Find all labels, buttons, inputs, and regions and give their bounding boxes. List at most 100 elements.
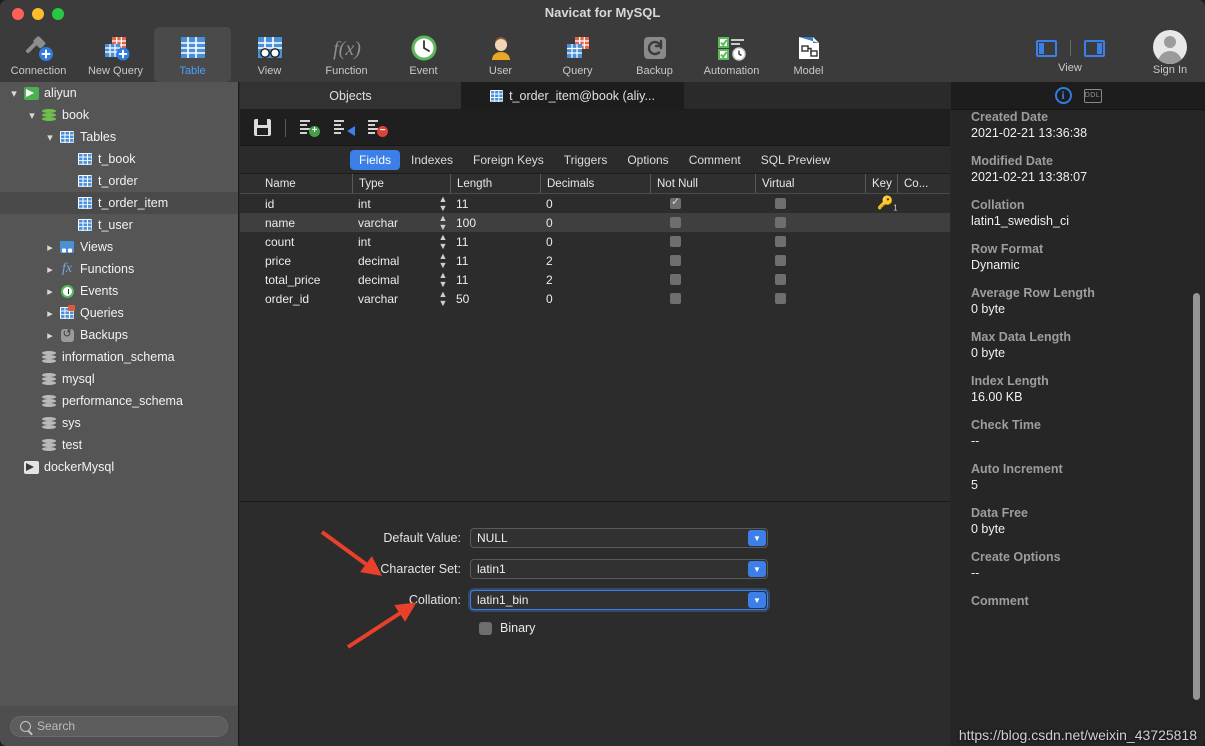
cell-length[interactable]: 50 <box>450 292 540 306</box>
checkbox[interactable] <box>670 293 681 304</box>
cell-name[interactable]: name <box>240 216 352 230</box>
tree-item-t-book[interactable]: t_book <box>0 148 238 170</box>
cell-name[interactable]: price <box>240 254 352 268</box>
tree-item-functions[interactable]: fx Functions <box>0 258 238 280</box>
tree-item-t-user[interactable]: t_user <box>0 214 238 236</box>
tree-item-queries[interactable]: Queries <box>0 302 238 324</box>
toolbar-button-model[interactable]: Model <box>770 27 847 82</box>
cell-length[interactable]: 11 <box>450 273 540 287</box>
type-stepper[interactable]: ▲ ▼ <box>430 233 450 251</box>
cell-not-null[interactable] <box>650 274 755 285</box>
tree-item-tables[interactable]: Tables <box>0 126 238 148</box>
grid-header-not-null[interactable]: Not Null <box>650 174 755 193</box>
cell-not-null[interactable] <box>650 217 755 228</box>
designer-subtabs[interactable]: Fields Indexes Foreign Keys Triggers Options… <box>240 146 950 174</box>
grid-row[interactable]: total_price decimal ▲ ▼ 11 2 <box>240 270 950 289</box>
subtab-options[interactable]: Options <box>618 150 677 170</box>
chevron-right-icon[interactable] <box>42 241 58 254</box>
cell-name[interactable]: total_price <box>240 273 352 287</box>
cell-virtual[interactable] <box>755 274 865 285</box>
tree-item-sys[interactable]: sys <box>0 412 238 434</box>
cell-decimals[interactable]: 0 <box>540 235 650 249</box>
chevron-down-icon[interactable] <box>6 87 22 100</box>
left-panel-toggle-icon[interactable] <box>1035 39 1057 57</box>
toolbar-button-automation[interactable]: Automation <box>693 27 770 82</box>
cell-virtual[interactable] <box>755 217 865 228</box>
type-stepper[interactable]: ▲ ▼ <box>430 252 450 270</box>
search-input[interactable]: Search <box>10 715 228 737</box>
info-panel-scrollbar[interactable] <box>1193 293 1200 700</box>
cell-virtual[interactable] <box>755 255 865 266</box>
subtab-foreign-keys[interactable]: Foreign Keys <box>464 150 553 170</box>
grid-row[interactable]: idint▲▼110 🔑1 <box>240 194 950 213</box>
cell-not-null[interactable] <box>650 198 755 209</box>
checkbox[interactable] <box>670 236 681 247</box>
grid-header-decimals[interactable]: Decimals <box>540 174 650 193</box>
checkbox[interactable] <box>775 293 786 304</box>
chevron-down-icon[interactable] <box>42 131 58 144</box>
grid-header-key[interactable]: Key <box>865 174 897 193</box>
delete-field-icon[interactable]: − <box>368 119 388 137</box>
checkbox[interactable] <box>670 217 681 228</box>
chevron-right-icon[interactable] <box>42 307 58 320</box>
chevron-down-icon[interactable]: ▼ <box>748 592 766 608</box>
cell-key[interactable]: 🔑1 <box>865 195 897 213</box>
chevron-right-icon[interactable] <box>42 329 58 342</box>
tree-item-aliyun[interactable]: aliyun <box>0 82 238 104</box>
chevron-right-icon[interactable] <box>42 263 58 276</box>
subtab-indexes[interactable]: Indexes <box>402 150 462 170</box>
tab-table-designer[interactable]: t_order_item@book (aliy... <box>462 82 684 109</box>
tree-item-performance-schema[interactable]: performance_schema <box>0 390 238 412</box>
type-stepper[interactable]: ▲ ▼ <box>430 290 450 308</box>
checkbox[interactable] <box>670 274 681 285</box>
tree-item-test[interactable]: test <box>0 434 238 456</box>
grid-body[interactable]: idint▲▼110🔑1namevarchar▲▼1000countint▲▼1… <box>240 194 950 308</box>
cell-not-null[interactable] <box>650 293 755 304</box>
chevron-down-icon[interactable] <box>24 109 40 122</box>
grid-row[interactable]: order_id varchar ▲ ▼ 50 0 <box>240 289 950 308</box>
subtab-fields[interactable]: Fields <box>350 149 401 170</box>
grid-header-name[interactable]: Name <box>240 174 352 193</box>
cell-type[interactable]: varchar <box>352 292 430 306</box>
toolbar-button-backup[interactable]: Backup <box>616 27 693 82</box>
cell-decimals[interactable]: 0 <box>540 216 650 230</box>
toolbar-button-user[interactable]: User <box>462 27 539 82</box>
grid-header-virtual[interactable]: Virtual <box>755 174 865 193</box>
cell-length[interactable]: 100 <box>450 216 540 230</box>
chevron-down-icon[interactable]: ▼ <box>748 530 766 546</box>
checkbox[interactable] <box>775 198 786 209</box>
grid-header-type[interactable]: Type <box>352 174 450 193</box>
grid-row[interactable]: name varchar ▲ ▼ 100 0 <box>240 213 950 232</box>
object-tree[interactable]: aliyun book Tables t_book t_order t_order_ite… <box>0 82 238 706</box>
toolbar-button-event[interactable]: Event <box>385 27 462 82</box>
tree-item-views[interactable]: Views <box>0 236 238 258</box>
checkbox[interactable] <box>775 236 786 247</box>
cell-type[interactable]: int <box>352 235 430 249</box>
type-stepper[interactable]: ▲ ▼ <box>430 195 450 213</box>
cell-type[interactable]: decimal <box>352 254 430 268</box>
type-stepper[interactable]: ▲ ▼ <box>430 271 450 289</box>
ddl-icon[interactable]: DDL <box>1083 88 1102 103</box>
subtab-comment[interactable]: Comment <box>680 150 750 170</box>
insert-field-icon[interactable] <box>334 119 355 136</box>
cell-type[interactable]: int <box>352 197 430 211</box>
cell-virtual[interactable] <box>755 236 865 247</box>
toolbar-button-table[interactable]: Table <box>154 27 231 82</box>
checkbox[interactable] <box>775 255 786 266</box>
checkbox[interactable] <box>670 198 681 209</box>
info-icon[interactable]: i <box>1054 87 1072 104</box>
chevron-down-icon[interactable]: ▼ <box>748 561 766 577</box>
grid-header-length[interactable]: Length <box>450 174 540 193</box>
collation-combobox[interactable]: latin1_bin ▼ <box>470 590 768 610</box>
cell-name[interactable]: order_id <box>240 292 352 306</box>
tree-item-events[interactable]: Events <box>0 280 238 302</box>
tree-item-dockermysql[interactable]: dockerMysql <box>0 456 238 478</box>
subtab-triggers[interactable]: Triggers <box>555 150 617 170</box>
toolbar-button-new-query[interactable]: New Query <box>77 27 154 82</box>
tree-item-backups[interactable]: Backups <box>0 324 238 346</box>
tab-objects[interactable]: Objects <box>240 82 462 109</box>
right-panel-toggle-icon[interactable] <box>1083 39 1105 57</box>
cell-length[interactable]: 11 <box>450 197 540 211</box>
add-field-icon[interactable]: + <box>300 119 320 137</box>
tree-item-book[interactable]: book <box>0 104 238 126</box>
